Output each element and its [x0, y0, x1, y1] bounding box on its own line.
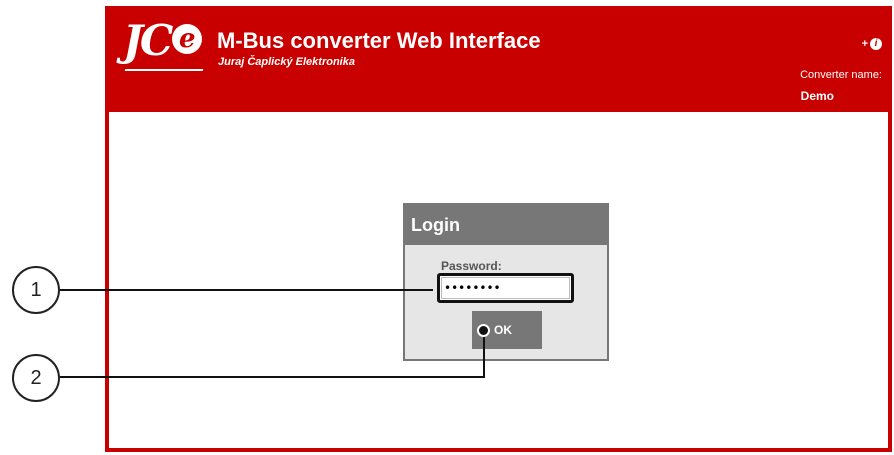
- company-subtitle: Juraj Čaplický Elektronika: [218, 56, 355, 68]
- callout-1-line: [60, 289, 433, 291]
- logo-text: JC: [123, 16, 173, 65]
- callout-2-line-h: [60, 376, 485, 378]
- password-label: Password:: [441, 259, 502, 273]
- callout-2-line-v: [483, 332, 485, 378]
- converter-name-label: Converter name:: [800, 69, 882, 81]
- callout-2-dot: [477, 324, 490, 337]
- logo-underline: [124, 69, 204, 71]
- callout-1: 1: [12, 266, 60, 314]
- jce-logo: JC e: [123, 20, 203, 62]
- password-field[interactable]: [437, 273, 574, 303]
- header-bar: JC e M-Bus converter Web Interface Juraj …: [105, 6, 892, 112]
- login-heading: Login: [405, 205, 607, 245]
- plus-icon: +: [861, 38, 868, 50]
- converter-name-value: Demo: [800, 89, 834, 103]
- callout-2: 2: [12, 354, 60, 402]
- page-title: M-Bus converter Web Interface: [217, 28, 541, 53]
- login-panel: Login Password: OK: [403, 203, 609, 361]
- logo-e: e: [172, 24, 203, 54]
- add-info-control[interactable]: + i: [862, 38, 882, 50]
- info-icon: i: [870, 38, 882, 50]
